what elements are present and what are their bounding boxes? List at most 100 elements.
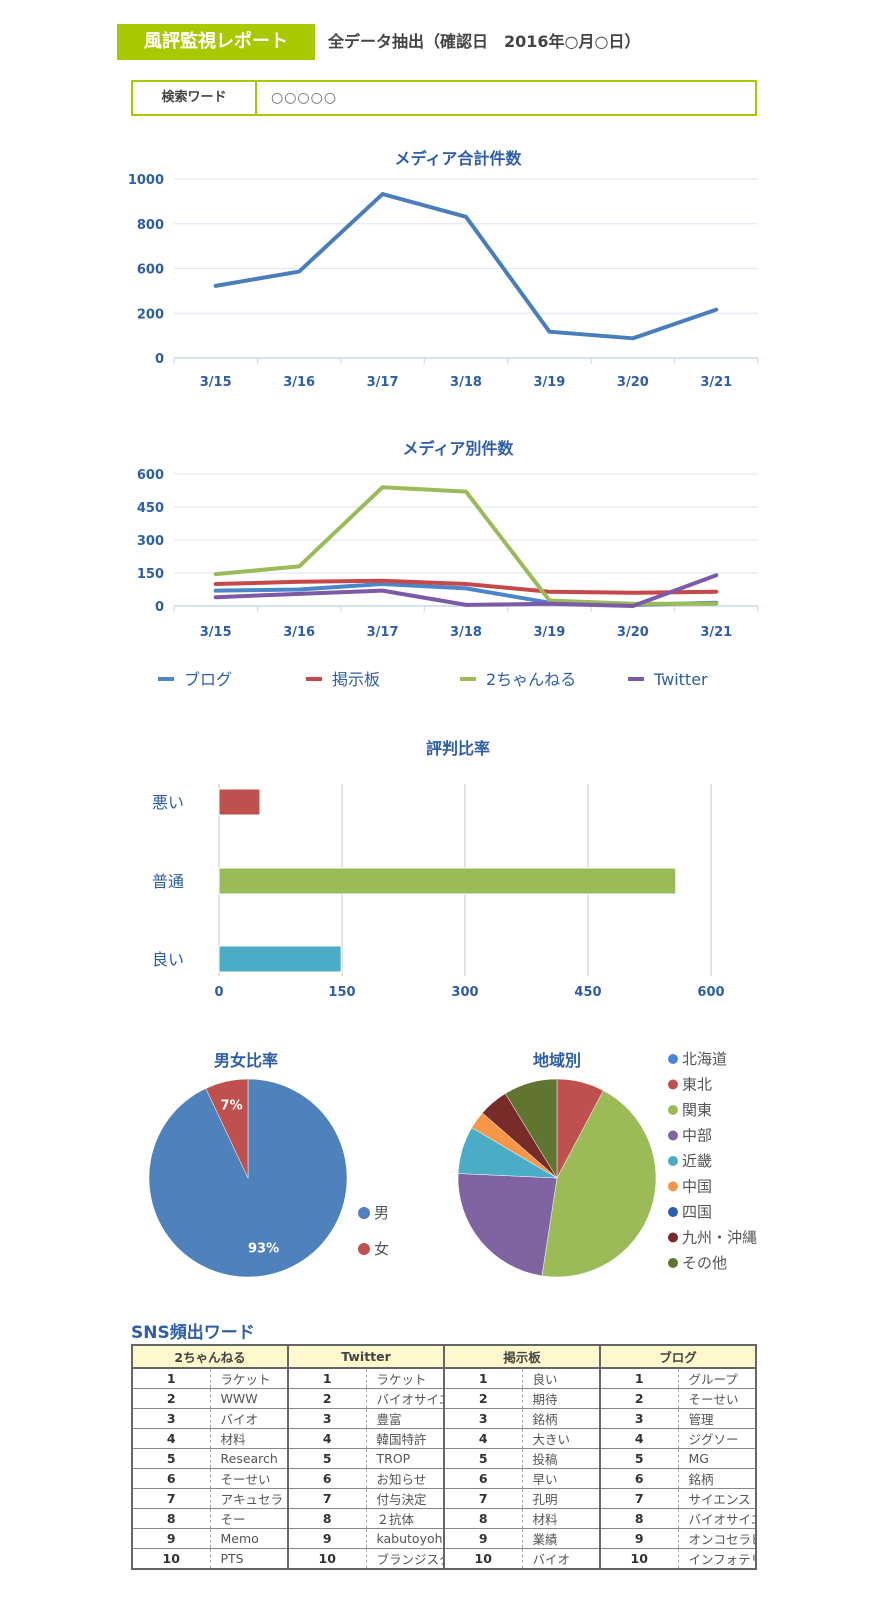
sns-section-title: SNS頻出ワード — [131, 1323, 255, 1343]
y-tick-label: 300 — [137, 534, 164, 549]
word-cell: 銘柄 — [678, 1468, 757, 1489]
rank-cell: 1 — [443, 1367, 523, 1389]
word-cell: 早い — [522, 1468, 601, 1489]
word-cell: 材料 — [522, 1508, 601, 1529]
word-cell: そーせい — [678, 1388, 757, 1409]
rank-cell: 7 — [599, 1488, 679, 1509]
word-cell: ジグソー — [678, 1428, 757, 1449]
word-cell: ラケット — [210, 1367, 289, 1389]
word-cell: そーせい — [210, 1468, 289, 1489]
word-cell: 大きい — [522, 1428, 601, 1449]
table-row: 9Memo9kabutoyohou9業績9オンコセラピー — [131, 1528, 757, 1549]
table-row: 2WWW2バイオサイエンス2期待2そーせい — [131, 1388, 757, 1409]
search-word-label: 検索ワード — [133, 82, 257, 114]
word-cell: 豊富 — [366, 1408, 445, 1429]
legend-label: 関東 — [682, 1101, 712, 1119]
report-subtitle: 全データ抽出（確認日 2016年○月○日） — [328, 32, 641, 51]
word-cell: 韓国特許 — [366, 1428, 445, 1449]
rank-cell: 1 — [599, 1367, 679, 1389]
x-tick-label: 3/19 — [533, 375, 565, 390]
word-cell: 期待 — [522, 1388, 601, 1409]
rank-cell: 6 — [599, 1468, 679, 1489]
word-cell: TROP — [366, 1448, 445, 1469]
x-tick-label: 150 — [328, 985, 355, 1000]
legend-label: 掲示板 — [332, 670, 380, 689]
table-row: 10PTS10ブランジスタ10バイオ10インフォテリア — [131, 1548, 757, 1570]
rank-cell: 7 — [287, 1488, 367, 1509]
legend-dot — [358, 1243, 370, 1255]
word-cell: 孔明 — [522, 1488, 601, 1509]
word-cell: 付与決定 — [366, 1488, 445, 1509]
bar-1 — [218, 867, 677, 895]
legend-label: 北海道 — [682, 1050, 727, 1068]
legend-label: その他 — [682, 1254, 727, 1272]
table-row: 1 ラケット 1 ラケット 1 良い 1 グループ — [131, 1367, 757, 1389]
x-tick-label: 3/15 — [200, 375, 232, 390]
pie-data-label: 93% — [248, 1242, 279, 1257]
table-row: 4 材料 4 韓国特許 4 大きい 4 ジグソー — [131, 1428, 757, 1449]
word-cell: 銘柄 — [522, 1408, 601, 1429]
x-tick-label: 3/17 — [367, 375, 399, 390]
rank-cell: 1 — [287, 1367, 367, 1389]
legend-label: 2ちゃんねる — [486, 670, 576, 689]
word-cell: バイオ — [210, 1408, 289, 1429]
rank-cell: 2 — [287, 1388, 367, 1409]
table-row: 6 そーせい 6 お知らせ 6 早い 6 銘柄 — [131, 1468, 757, 1489]
rank-cell: 3 — [443, 1408, 523, 1429]
y-tick-label: 800 — [137, 218, 164, 233]
word-cell: 材料 — [210, 1428, 289, 1449]
rank-cell: 4 — [443, 1428, 523, 1449]
table-row: 5 Research 5 TROP 5 投稿 5 MG — [131, 1448, 757, 1469]
y-tick-label: 600 — [137, 263, 164, 278]
search-word-value: ○○○○○ — [271, 90, 338, 106]
x-tick-label: 300 — [451, 985, 478, 1000]
x-tick-label: 450 — [574, 985, 601, 1000]
column-header: ブログ — [599, 1344, 757, 1369]
rank-cell: 5 — [287, 1448, 367, 1469]
rank-cell: 3 — [131, 1408, 211, 1429]
pie-data-label: 7% — [221, 1099, 243, 1114]
rank-cell: 10 — [131, 1548, 211, 1570]
x-tick-label: 0 — [214, 985, 223, 1000]
word-cell: インフォテリア — [678, 1548, 757, 1570]
x-tick-label: 3/18 — [450, 625, 482, 640]
word-cell: お知らせ — [366, 1468, 445, 1489]
word-cell: アキュセラ — [210, 1488, 289, 1509]
rank-cell: 8 — [443, 1508, 523, 1529]
x-tick-label: 3/18 — [450, 375, 482, 390]
table-row: 7 アキュセラ 7 付与決定 7 孔明 7 サイエンス — [131, 1488, 757, 1509]
column-header: 掲示板 — [443, 1344, 601, 1369]
legend-label: 東北 — [682, 1076, 712, 1094]
x-tick-label: 600 — [697, 985, 724, 1000]
rank-cell: 4 — [131, 1428, 211, 1449]
x-tick-label: 3/19 — [533, 625, 565, 640]
x-tick-label: 3/21 — [700, 625, 732, 640]
rank-cell: 4 — [599, 1428, 679, 1449]
legend-dot — [668, 1079, 678, 1090]
legend-label: 中国 — [682, 1178, 712, 1196]
rank-cell: 2 — [131, 1388, 211, 1409]
word-cell: PTS — [210, 1548, 289, 1570]
x-tick-label: 3/20 — [617, 625, 649, 640]
word-cell: ２抗体 — [366, 1508, 445, 1529]
rank-cell: 10 — [443, 1548, 523, 1570]
x-tick-label: 3/16 — [283, 375, 315, 390]
legend-label: 九州・沖縄 — [682, 1229, 757, 1247]
rank-cell: 8 — [287, 1508, 367, 1529]
x-tick-label: 3/16 — [283, 625, 315, 640]
legend-label: 近畿 — [682, 1152, 712, 1170]
rank-cell: 10 — [287, 1548, 367, 1570]
x-tick-label: 3/15 — [200, 625, 232, 640]
legend-label: 四国 — [682, 1203, 712, 1221]
rank-cell: 2 — [443, 1388, 523, 1409]
category-label: 悪い — [152, 793, 184, 812]
rank-cell: 7 — [443, 1488, 523, 1509]
legend-dot — [668, 1105, 678, 1115]
legend-label: ブログ — [184, 670, 232, 689]
chart-region: 地域別 北海道東北関東中部近畿中国四国九州・沖縄その他 — [457, 1050, 757, 1278]
word-cell: グループ — [678, 1367, 757, 1389]
word-cell: 管理 — [678, 1408, 757, 1429]
word-cell: MG — [678, 1448, 757, 1469]
x-tick-label: 3/17 — [367, 625, 399, 640]
word-cell: バイオサイエンス — [366, 1388, 445, 1409]
